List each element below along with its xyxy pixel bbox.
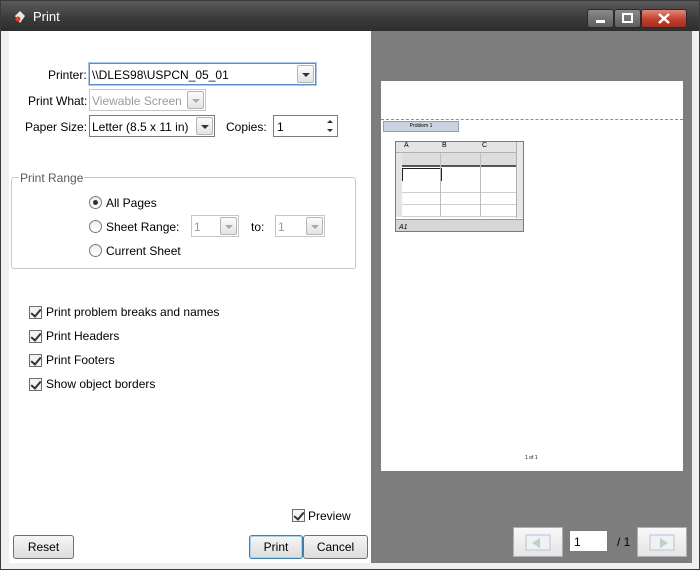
current-sheet-radio[interactable] [89,244,102,257]
chevron-down-icon[interactable] [306,217,323,235]
print-what-select[interactable]: Viewable Screen [89,89,206,111]
print-headers-label[interactable]: Print Headers [46,329,119,343]
printer-select[interactable]: \\DLES98\USPCN_05_01 [89,63,316,85]
current-sheet-label[interactable]: Current Sheet [106,244,181,258]
spin-up-icon[interactable] [324,117,336,126]
column-header-c: C [482,142,488,149]
column-header-b: B [442,142,447,149]
sheet-from-select[interactable]: 1 [191,215,239,237]
print-dialog-window: Print Printer: \\DLES98\USPCN_05_01 Prin… [0,0,700,570]
window-title: Print [33,9,60,24]
chevron-down-icon[interactable] [196,117,213,135]
status-bar [396,219,523,231]
spreadsheet-preview: A B C A1 [395,141,524,232]
print-footers-label[interactable]: Print Footers [46,353,115,367]
preview-panel: Problem 1 A B C A1 1 of 1 1 / 1 [371,31,692,563]
print-what-value: Viewable Screen [92,94,182,108]
grid-lines [402,181,516,217]
minimize-button[interactable] [587,9,614,28]
all-pages-radio[interactable] [89,196,102,209]
column-divider-1 [440,153,441,217]
print-headers-checkbox[interactable] [29,330,42,343]
page-total-label: / 1 [617,535,631,549]
sheet-to-value: 1 [278,220,285,234]
copies-value: 1 [277,120,284,134]
print-what-label: Print What: [28,94,88,108]
maximize-icon [622,13,633,23]
paper-size-value: Letter (8.5 x 11 in) [92,120,189,134]
print-button[interactable]: Print [249,535,303,559]
sheet-to-select[interactable]: 1 [275,215,325,237]
close-icon [658,13,670,24]
column-divider-2 [480,153,481,217]
preview-checkbox[interactable] [292,509,305,522]
print-footers-checkbox[interactable] [29,354,42,367]
copies-label: Copies: [226,120,267,134]
maximize-button[interactable] [614,9,641,28]
dialog-body: Printer: \\DLES98\USPCN_05_01 Print What… [9,31,692,563]
printer-label: Printer: [48,68,87,82]
cell-reference: A1 [399,224,408,231]
all-pages-label[interactable]: All Pages [106,196,157,210]
reset-button[interactable]: Reset [13,535,74,559]
paper-size-select[interactable]: Letter (8.5 x 11 in) [89,115,215,137]
page-footer-text: 1 of 1 [525,455,538,461]
cancel-button[interactable]: Cancel [303,535,368,559]
spin-down-icon[interactable] [324,126,336,135]
next-page-button[interactable] [637,527,687,557]
column-header-a: A [404,142,409,149]
title-bar[interactable]: Print [1,1,699,31]
selected-cell [402,168,442,182]
problem-tab: Problem 1 [383,121,459,132]
page-header-line [381,119,683,120]
page-number-value: 1 [574,535,581,549]
app-icon [15,11,25,23]
show-object-borders-label[interactable]: Show object borders [46,377,155,391]
page-number-input[interactable]: 1 [569,530,608,552]
to-label: to: [251,220,265,234]
preview-label[interactable]: Preview [308,509,351,523]
chevron-down-icon[interactable] [220,217,237,235]
sheet-range-label[interactable]: Sheet Range: [106,220,179,234]
copies-stepper[interactable]: 1 [273,115,338,137]
column-header-row [396,142,516,153]
minimize-icon [596,20,605,23]
print-problem-breaks-label[interactable]: Print problem breaks and names [46,305,219,319]
next-page-icon [649,534,675,551]
chevron-down-icon[interactable] [297,65,314,83]
print-problem-breaks-checkbox[interactable] [29,306,42,319]
print-range-title: Print Range [19,171,85,185]
sheet-range-radio[interactable] [89,220,102,233]
close-button[interactable] [641,9,687,28]
formula-row [396,153,516,167]
chevron-down-icon[interactable] [187,91,204,109]
paper-size-label: Paper Size: [25,120,88,134]
sheet-from-value: 1 [194,220,201,234]
show-object-borders-checkbox[interactable] [29,378,42,391]
previous-page-button[interactable] [513,527,563,557]
previous-page-icon [525,534,551,551]
vertical-scrollbar [516,142,523,218]
settings-panel: Printer: \\DLES98\USPCN_05_01 Print What… [9,31,371,563]
printer-value: \\DLES98\USPCN_05_01 [92,68,229,82]
preview-page: Problem 1 A B C A1 1 of 1 [381,81,683,471]
